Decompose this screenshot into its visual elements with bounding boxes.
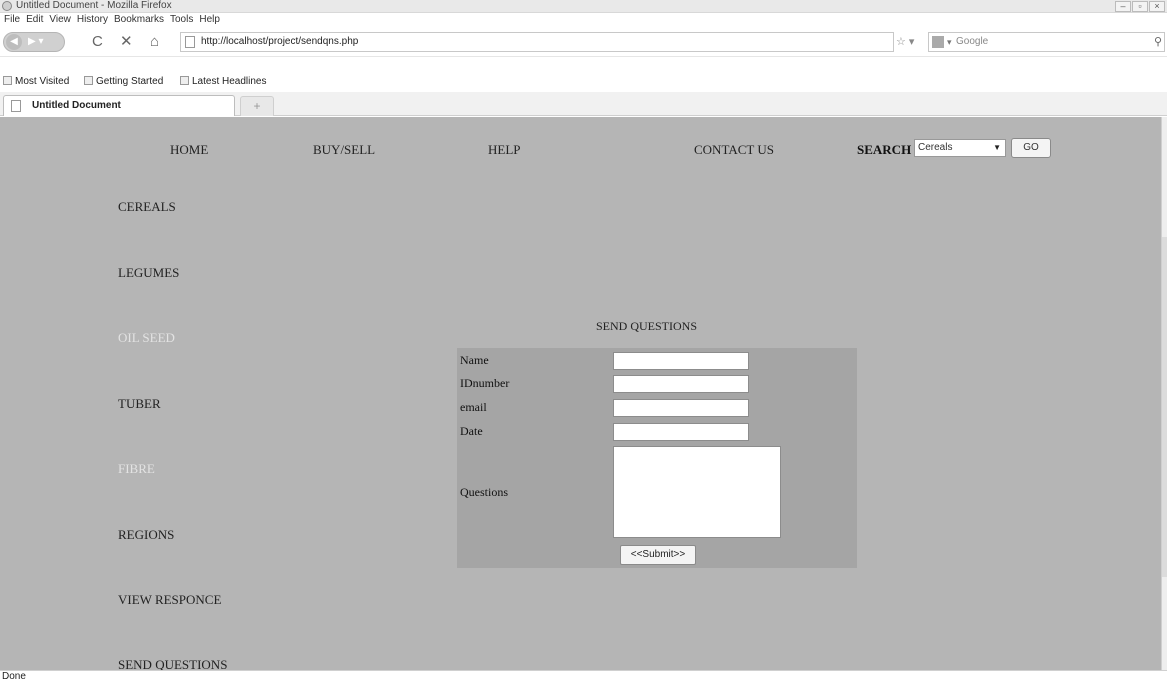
new-tab-button[interactable]: + — [240, 96, 274, 116]
sidebar-item-send-questions[interactable]: SEND QUESTIONS — [118, 657, 227, 670]
chevron-down-icon[interactable]: ▾ — [947, 33, 952, 51]
category-selected-value: Cereals — [918, 142, 953, 153]
close-icon[interactable]: × — [1149, 1, 1165, 12]
search-bar[interactable]: ▾ Google ⚲ — [928, 32, 1165, 52]
tab-untitled-document[interactable]: Untitled Document — [3, 95, 235, 116]
search-icon[interactable]: ⚲ — [1154, 33, 1162, 51]
minimize-icon[interactable]: – — [1115, 1, 1131, 12]
menu-view[interactable]: View — [49, 13, 71, 27]
bookmark-icon — [84, 76, 93, 85]
send-questions-form: Name IDnumber email Date Questions <<Sub… — [457, 348, 857, 568]
menu-tools[interactable]: Tools — [170, 13, 193, 27]
sidebar-item-cereals[interactable]: CEREALS — [118, 199, 176, 215]
nav-contact-us[interactable]: CONTACT US — [694, 142, 774, 158]
status-text: Done — [2, 671, 26, 682]
page-content: HOME BUY/SELL HELP CONTACT US SEARCH Cer… — [0, 117, 1161, 670]
back-forward-buttons: ◀ ▶ ▾ — [3, 32, 65, 52]
chevron-down-icon: ▼ — [993, 143, 1001, 152]
window-controls: – ▫ × — [1115, 1, 1165, 12]
name-field[interactable] — [613, 352, 749, 370]
idnumber-field[interactable] — [613, 375, 749, 393]
bookmark-star-icon[interactable]: ☆ ▾ — [896, 33, 914, 51]
form-title: SEND QUESTIONS — [596, 319, 698, 333]
search-engine-icon[interactable] — [932, 36, 944, 48]
page-icon — [11, 100, 21, 112]
bookmarks-toolbar: Most Visited Getting Started Latest Head… — [0, 72, 1167, 92]
submit-button[interactable]: <<Submit>> — [620, 545, 696, 565]
tab-label: Untitled Document — [32, 100, 121, 111]
window-titlebar: Untitled Document - Mozilla Firefox – ▫ … — [0, 0, 1167, 13]
bookmark-most-visited[interactable]: Most Visited — [3, 72, 69, 92]
menu-file[interactable]: File — [4, 13, 20, 27]
bookmark-latest-headlines[interactable]: Latest Headlines — [180, 72, 267, 92]
questions-textarea[interactable] — [613, 446, 781, 538]
menu-edit[interactable]: Edit — [26, 13, 43, 27]
rss-icon — [180, 76, 189, 85]
menu-history[interactable]: History — [77, 13, 108, 27]
sidebar-item-view-responce[interactable]: VIEW RESPONCE — [118, 592, 221, 608]
navigation-toolbar: ◀ ▶ ▾ C ✕ ⌂ http://localhost/project/sen… — [0, 27, 1167, 57]
nav-buy-sell[interactable]: BUY/SELL — [313, 142, 375, 158]
stop-icon[interactable]: ✕ — [120, 33, 133, 51]
address-bar[interactable]: http://localhost/project/sendqns.php — [180, 32, 894, 52]
search-placeholder[interactable]: Google — [956, 33, 988, 51]
menu-bar: File Edit View History Bookmarks Tools H… — [0, 13, 1167, 27]
nav-help[interactable]: HELP — [488, 142, 521, 158]
sidebar-item-legumes[interactable]: LEGUMES — [118, 265, 179, 281]
firefox-icon — [2, 1, 12, 11]
window-title: Untitled Document - Mozilla Firefox — [16, 0, 172, 11]
menu-help[interactable]: Help — [199, 13, 220, 27]
reload-icon[interactable]: C — [92, 33, 103, 51]
sidebar-item-tuber[interactable]: TUBER — [118, 396, 161, 412]
email-field[interactable] — [613, 399, 749, 417]
sidebar-item-oil-seed[interactable]: OIL SEED — [118, 330, 175, 346]
restore-icon[interactable]: ▫ — [1132, 1, 1148, 12]
category-select[interactable]: Cereals ▼ — [914, 139, 1006, 157]
bookmark-getting-started[interactable]: Getting Started — [84, 72, 163, 92]
scrollbar-thumb[interactable] — [1162, 237, 1167, 577]
questions-label: Questions — [460, 485, 508, 499]
bookmark-icon — [3, 76, 12, 85]
vertical-scrollbar[interactable] — [1161, 117, 1167, 670]
sidebar-item-fibre[interactable]: FIBRE — [118, 461, 155, 477]
menu-bookmarks[interactable]: Bookmarks — [114, 13, 164, 27]
date-label: Date — [460, 424, 483, 438]
url-text[interactable]: http://localhost/project/sendqns.php — [201, 33, 358, 51]
nav-home[interactable]: HOME — [170, 142, 208, 158]
home-icon[interactable]: ⌂ — [150, 33, 159, 51]
name-label: Name — [460, 353, 489, 367]
date-field[interactable] — [613, 423, 749, 441]
idnumber-label: IDnumber — [460, 376, 510, 390]
email-label: email — [460, 400, 487, 414]
sidebar-item-regions[interactable]: REGIONS — [118, 527, 174, 543]
status-bar: Done — [0, 670, 1167, 682]
search-label: SEARCH — [857, 142, 912, 157]
tab-bar: Untitled Document + — [0, 92, 1167, 116]
go-button[interactable]: GO — [1011, 138, 1051, 158]
forward-icon[interactable]: ▶ ▾ — [28, 35, 44, 49]
back-icon[interactable]: ◀ — [6, 34, 22, 50]
page-icon — [185, 36, 195, 48]
